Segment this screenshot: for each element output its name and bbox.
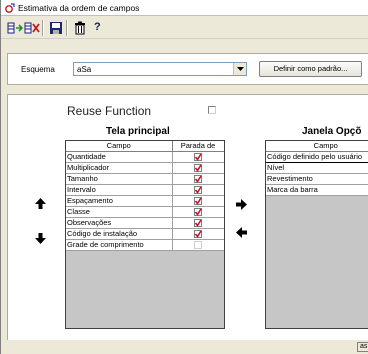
checkbox-checked-icon[interactable] xyxy=(194,196,202,205)
stop-cell[interactable] xyxy=(172,217,224,229)
table-row[interactable]: Classe xyxy=(66,206,224,218)
options-grid-header-field[interactable]: Campo xyxy=(266,141,368,152)
help-icon-label: ? xyxy=(94,21,101,33)
reuse-function-checkbox[interactable] xyxy=(208,106,216,114)
table-row[interactable]: Tamanho xyxy=(66,173,224,185)
toolbar-separator xyxy=(66,20,68,36)
toolbar: ? xyxy=(1,16,368,39)
main-grid-header-stop[interactable]: Parada de xyxy=(172,141,224,152)
help-icon[interactable]: ? xyxy=(89,20,105,35)
table-row[interactable]: Multiplicador xyxy=(66,162,224,174)
field-cell[interactable]: Código definido pelo usuário xyxy=(266,150,368,163)
content-panel: Reuse Function Tela principal Campo Para… xyxy=(7,94,368,340)
options-grid[interactable]: Campo Código definido pelo usuário Nível R… xyxy=(265,140,368,329)
field-cell[interactable]: Multiplicador xyxy=(66,162,173,174)
table-row[interactable]: Código definido pelo usuário xyxy=(266,150,368,163)
status-field: as xyxy=(357,342,368,352)
table-row[interactable]: Código de instalação xyxy=(66,228,224,240)
field-cell[interactable]: Tamanho xyxy=(66,173,173,185)
schema-select-value: aSa xyxy=(77,65,92,74)
arrow-left-icon xyxy=(236,227,247,238)
stop-cell[interactable] xyxy=(172,173,224,185)
trash-icon[interactable] xyxy=(71,20,87,35)
stop-cell[interactable] xyxy=(172,151,224,163)
stop-cell[interactable] xyxy=(172,239,224,251)
stop-cell[interactable] xyxy=(172,195,224,207)
schema-label: Esquema xyxy=(21,65,55,74)
field-cell[interactable]: Revestimento xyxy=(266,173,368,185)
insert-rows-icon[interactable] xyxy=(6,20,23,35)
checkbox-checked-icon[interactable] xyxy=(194,229,202,238)
table-row[interactable]: Observações xyxy=(66,217,224,229)
main-grid-header-field[interactable]: Campo xyxy=(66,141,173,152)
stop-cell[interactable] xyxy=(172,162,224,174)
field-cell[interactable]: Observações xyxy=(66,217,173,229)
set-default-button[interactable]: Definir como padrão... xyxy=(259,61,362,77)
title-bar[interactable]: Estimativa da ordem de campos xyxy=(1,0,368,16)
checkbox-checked-icon[interactable] xyxy=(194,174,202,183)
checkbox-checked-icon[interactable] xyxy=(194,207,202,216)
options-grid-title: Janela Opçõ xyxy=(302,126,362,137)
arrow-up-icon xyxy=(35,198,46,209)
main-grid[interactable]: Campo Parada de Quantidade Multiplicador T… xyxy=(65,140,225,329)
schema-select[interactable]: aSa xyxy=(73,62,247,76)
table-row[interactable]: Revestimento xyxy=(266,173,368,185)
stop-cell[interactable] xyxy=(172,228,224,240)
table-row[interactable]: Nível xyxy=(266,162,368,174)
move-left-button[interactable] xyxy=(235,226,248,239)
main-grid-title: Tela principal xyxy=(106,126,170,137)
field-cell[interactable]: Intervalo xyxy=(66,184,173,196)
toolbar-separator xyxy=(42,20,44,36)
table-row[interactable]: Quantidade xyxy=(66,151,224,163)
field-cell[interactable]: Quantidade xyxy=(66,151,173,163)
app-icon xyxy=(5,3,15,13)
checkbox-checked-icon[interactable] xyxy=(194,163,202,172)
field-cell[interactable]: Código de instalação xyxy=(66,228,173,240)
move-down-button[interactable] xyxy=(34,232,47,245)
table-row[interactable]: Grade de comprimento xyxy=(66,239,224,251)
delete-rows-icon[interactable] xyxy=(23,20,40,35)
checkbox-checked-icon[interactable] xyxy=(194,218,202,227)
checkbox-checked-icon[interactable] xyxy=(194,152,202,161)
table-row[interactable]: Marca da barra xyxy=(266,184,368,196)
checkbox-empty-icon[interactable] xyxy=(194,240,202,249)
stop-cell[interactable] xyxy=(172,184,224,196)
checkbox-checked-icon[interactable] xyxy=(194,185,202,194)
table-row[interactable]: Espaçamento xyxy=(66,195,224,207)
stop-cell[interactable] xyxy=(172,206,224,218)
move-up-button[interactable] xyxy=(34,197,47,210)
dialog-window: Estimativa da ordem de campos ? Esquema … xyxy=(0,0,368,354)
window-title: Estimativa da ordem de campos xyxy=(18,3,140,13)
schema-section: Esquema aSa Definir como padrão... xyxy=(1,39,368,94)
move-right-button[interactable] xyxy=(235,198,248,211)
table-row[interactable]: Intervalo xyxy=(66,184,224,196)
field-cell[interactable]: Classe xyxy=(66,206,173,218)
chevron-down-icon[interactable] xyxy=(233,63,246,75)
field-cell[interactable]: Grade de comprimento xyxy=(66,239,173,251)
field-cell[interactable]: Espaçamento xyxy=(66,195,173,207)
save-icon[interactable] xyxy=(47,20,63,35)
reuse-function-label: Reuse Function xyxy=(67,104,152,118)
arrow-down-icon xyxy=(35,233,46,244)
arrow-right-icon xyxy=(236,199,247,210)
field-cell[interactable]: Marca da barra xyxy=(266,184,368,196)
field-cell[interactable]: Nível xyxy=(266,162,368,174)
